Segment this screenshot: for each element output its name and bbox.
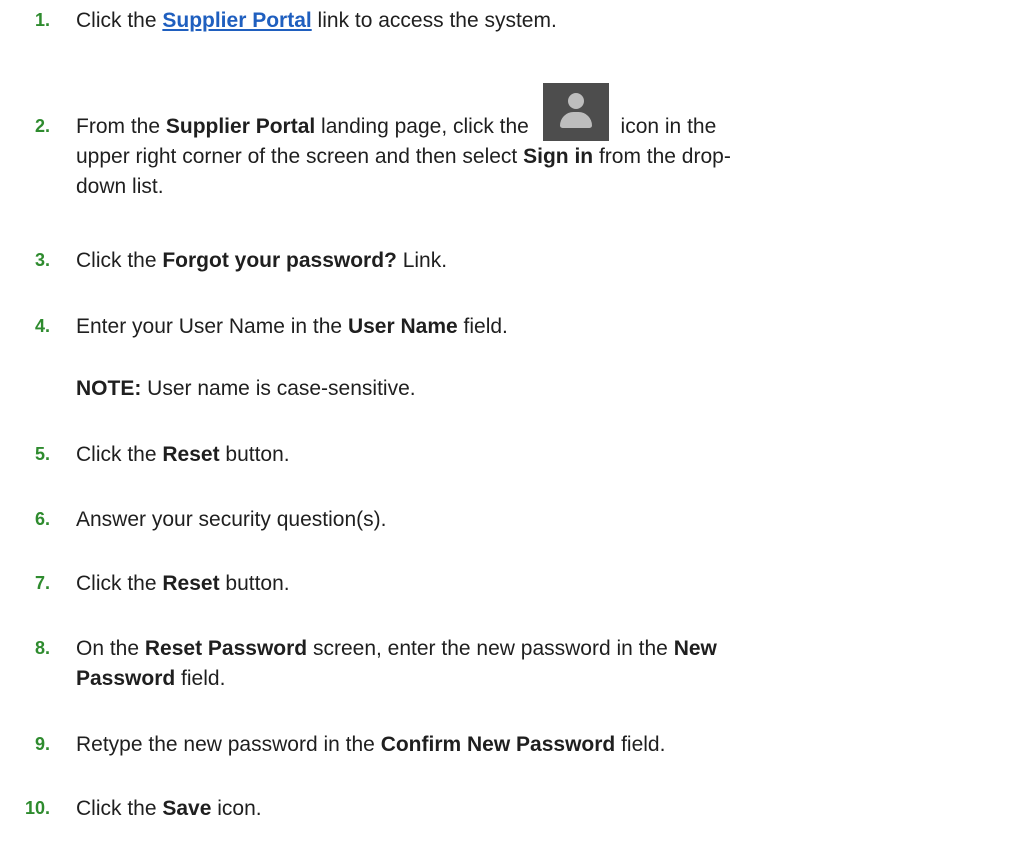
step-number: 6. (34, 509, 50, 529)
step-text: On the Reset Password screen, enter the … (76, 637, 717, 690)
supplier-portal-link[interactable]: Supplier Portal (162, 9, 311, 32)
step-number: 8. (34, 638, 50, 658)
step-text: Click the Forgot your password? Link. (76, 249, 448, 272)
step-text: Click the Supplier Portal link to access… (76, 9, 557, 32)
step-text: Click the Reset button. (76, 572, 290, 595)
step-text: Retype the new password in the Confirm N… (76, 733, 666, 756)
step-number: 1. (34, 10, 50, 30)
step-number: 2. (34, 116, 50, 136)
step-number: 9. (34, 734, 50, 754)
step-text: Click the Reset button. (76, 443, 290, 466)
step-text: From the Supplier Portal landing page, c… (76, 83, 996, 202)
step-text: Answer your security question(s). (76, 508, 387, 531)
step-number: 4. (34, 316, 50, 336)
note: NOTE: User name is case-sensitive. (76, 374, 416, 404)
step-text: Enter your User Name in the User Name fi… (76, 315, 508, 338)
step-text: Click the Save icon. (76, 797, 262, 820)
step-number: 10. (24, 798, 50, 818)
step-number: 5. (34, 444, 50, 464)
user-avatar-icon (542, 83, 609, 141)
step-number: 7. (34, 573, 50, 593)
note-text: User name is case-sensitive. (141, 377, 416, 400)
instructions-document: 1. Click the Supplier Portal link to acc… (0, 0, 1011, 847)
step-number: 3. (34, 250, 50, 270)
note-label: NOTE: (76, 377, 142, 400)
